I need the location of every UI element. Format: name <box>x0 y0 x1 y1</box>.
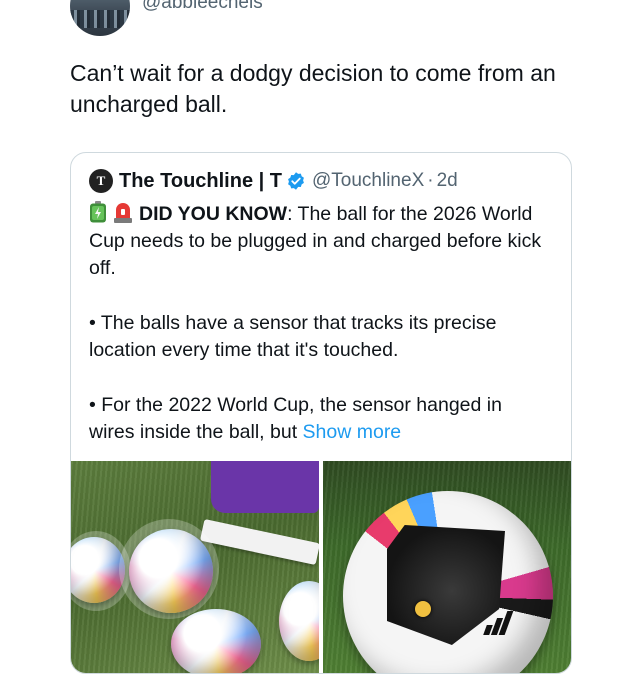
author-avatar[interactable] <box>70 0 130 36</box>
meta-separator: · <box>427 170 434 191</box>
balls-charging-photo[interactable] <box>71 461 319 673</box>
did-you-know-label: DID YOU KNOW <box>139 203 288 225</box>
quoted-tweet-card[interactable]: T The Touchline | T @TouchlineX · 2d DID… <box>70 152 572 674</box>
tweet-text: Can’t wait for a dodgy decision to come … <box>70 60 556 117</box>
author-handle[interactable]: @abbieechels <box>142 0 263 14</box>
quoted-author-name[interactable]: The Touchline | T <box>119 170 282 193</box>
quoted-tweet-body: DID YOU KNOW: The ball for the 2026 Worl… <box>89 201 551 446</box>
siren-emoji-icon <box>114 203 132 223</box>
quoted-author-handle[interactable]: @TouchlineX <box>312 170 424 192</box>
verified-badge-icon <box>288 172 304 190</box>
tweet-header: @abbieechels <box>70 0 263 36</box>
open-ball-sensor-photo[interactable] <box>323 461 571 673</box>
show-more-link[interactable]: Show more <box>303 421 402 443</box>
quoted-author-avatar[interactable]: T <box>89 169 113 193</box>
bullet-1: • The balls have a sensor that tracks it… <box>89 312 497 361</box>
bullet-2: • For the 2022 World Cup, the sensor han… <box>89 394 502 443</box>
battery-emoji-icon <box>90 201 106 223</box>
quoted-tweet-age[interactable]: 2d <box>437 170 458 192</box>
quoted-tweet-header: T The Touchline | T @TouchlineX · 2d <box>89 169 458 193</box>
media-grid <box>71 461 571 673</box>
